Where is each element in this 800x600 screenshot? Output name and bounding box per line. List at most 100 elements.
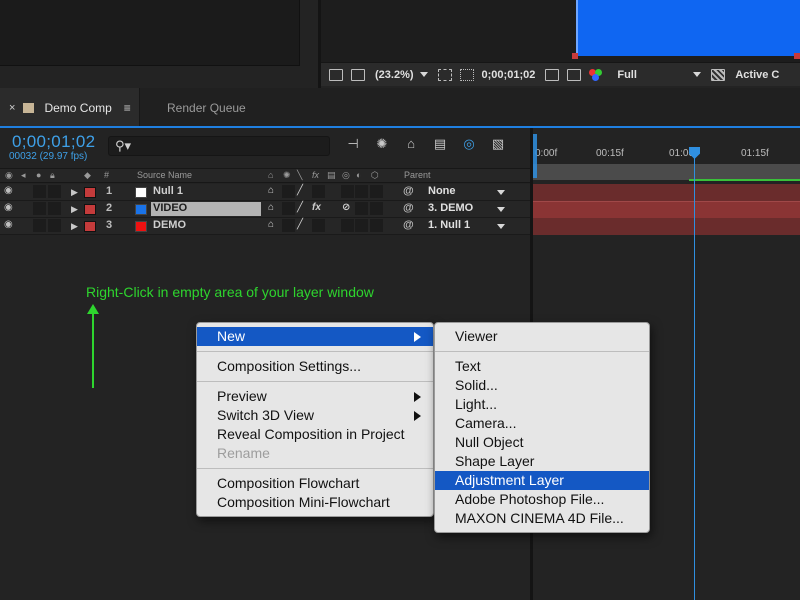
menu-item-new[interactable]: New (197, 327, 433, 346)
composition-viewer[interactable] (321, 0, 800, 62)
switch-box[interactable] (370, 202, 383, 215)
tab-render-queue[interactable]: Render Queue (141, 88, 271, 128)
menu-item-composition-flowchart[interactable]: Composition Flowchart (197, 474, 433, 493)
label-color[interactable] (84, 221, 96, 232)
resolution-dropdown-icon[interactable] (693, 72, 702, 77)
switch-box[interactable] (355, 185, 368, 198)
time-ruler[interactable]: 0:00f 00:15f 01:00f 01:15f (533, 136, 800, 168)
audio-toggle-icon[interactable]: ◂ (21, 170, 26, 181)
label-tag-icon[interactable]: ◆ (84, 170, 91, 181)
video-toggle-icon[interactable]: ◉ (5, 170, 13, 181)
shy-icon[interactable]: ⌂ (268, 185, 274, 196)
viewer-timecode[interactable]: 0;00;01;02 (482, 63, 536, 87)
safe-zones-icon[interactable] (459, 68, 474, 81)
monitor-icon[interactable] (351, 68, 365, 81)
pick-whip-icon[interactable]: @ (403, 219, 414, 231)
pick-whip-icon[interactable]: @ (403, 185, 414, 197)
shy-layers-icon[interactable]: ⌂ (402, 136, 420, 152)
switch-box[interactable] (282, 185, 295, 198)
current-time-display[interactable]: 0;00;01;02 (12, 132, 95, 152)
switch-box[interactable] (282, 219, 295, 232)
menu-item-null-object[interactable]: Null Object (435, 433, 649, 452)
menu-item-camera[interactable]: Camera... (435, 414, 649, 433)
expand-arrow-icon[interactable]: ▶ (71, 187, 78, 198)
camera-snapshot-icon[interactable] (545, 68, 560, 81)
chevron-down-icon[interactable] (497, 224, 505, 229)
tab-demo-comp[interactable]: × Demo Comp ≡ (0, 88, 140, 128)
column-source-name[interactable]: Source Name (137, 170, 192, 180)
expand-arrow-icon[interactable]: ▶ (71, 204, 78, 215)
region-of-interest-icon[interactable] (437, 68, 452, 81)
solo-toggle-icon[interactable]: ● (36, 170, 41, 180)
switch-box[interactable] (312, 219, 325, 232)
layer-search-input[interactable]: ⚲▾ (108, 136, 330, 156)
active-camera-select[interactable]: Active C (735, 63, 779, 87)
resolution-select[interactable]: Full (617, 63, 687, 87)
label-color[interactable] (84, 204, 96, 215)
layer-duration-bar[interactable] (533, 201, 800, 218)
switch-box[interactable] (341, 185, 354, 198)
anchor-handle-right[interactable] (794, 53, 800, 59)
parent-select[interactable]: 3. DEMO (428, 202, 473, 214)
menu-item-adjustment-layer[interactable]: Adjustment Layer (435, 471, 649, 490)
expand-arrow-icon[interactable]: ▶ (71, 221, 78, 232)
eye-icon[interactable]: ◉ (4, 202, 13, 213)
eye-icon[interactable]: ◉ (4, 219, 13, 230)
switch-box[interactable] (370, 185, 383, 198)
parent-select[interactable]: None (428, 185, 456, 197)
work-area-start-handle[interactable] (533, 134, 537, 178)
quality-icon[interactable]: ╱ (297, 219, 303, 230)
layer-row[interactable]: ◉ ▶ 1 Null 1 ⌂ ╱ @ None (0, 184, 530, 201)
menu-item-preview[interactable]: Preview (197, 387, 433, 406)
layer-name[interactable]: Null 1 (153, 185, 183, 197)
motion-blur-icon[interactable]: ⊘ (342, 202, 350, 213)
menu-item-solid[interactable]: Solid... (435, 376, 649, 395)
switch-box[interactable] (355, 219, 368, 232)
menu-item-text[interactable]: Text (435, 357, 649, 376)
anchor-handle-left[interactable] (572, 53, 578, 59)
solo-box[interactable] (33, 185, 46, 198)
lock-box[interactable] (48, 219, 61, 232)
quality-icon[interactable]: ╱ (297, 185, 303, 196)
close-icon[interactable]: × (9, 102, 15, 114)
switch-box[interactable] (355, 202, 368, 215)
layer-row[interactable]: ◉ ▶ 2 VIDEO ⌂ ╱ fx ⊘ @ 3. DEMO (0, 201, 530, 218)
frame-blending-icon[interactable]: ▤ (431, 136, 449, 152)
effects-icon[interactable]: fx (312, 202, 321, 213)
transparency-grid-icon[interactable] (711, 68, 726, 81)
draft-3d-icon[interactable]: ✺ (373, 136, 391, 152)
shy-icon[interactable]: ⌂ (268, 202, 274, 213)
label-color[interactable] (84, 187, 96, 198)
solo-box[interactable] (33, 202, 46, 215)
switch-box[interactable] (282, 202, 295, 215)
menu-item-reveal-composition[interactable]: Reveal Composition in Project (197, 425, 433, 444)
layer-duration-bar[interactable] (533, 218, 800, 235)
comp-flowchart-icon[interactable]: ⊣ (344, 136, 362, 152)
work-area-bar[interactable] (533, 164, 800, 181)
motion-blur-icon[interactable]: ◎ (460, 136, 478, 152)
solo-box[interactable] (33, 219, 46, 232)
eye-icon[interactable]: ◉ (4, 185, 13, 196)
menu-item-switch-3d-view[interactable]: Switch 3D View (197, 406, 433, 425)
switch-box[interactable] (312, 185, 325, 198)
parent-select[interactable]: 1. Null 1 (428, 219, 470, 231)
layer-row[interactable]: ◉ ▶ 3 DEMO ⌂ ╱ @ 1. Null 1 (0, 218, 530, 235)
chevron-down-icon[interactable] (497, 207, 505, 212)
graph-editor-icon[interactable]: ▧ (489, 136, 507, 152)
column-parent[interactable]: Parent (404, 170, 431, 180)
menu-item-light[interactable]: Light... (435, 395, 649, 414)
chevron-down-icon[interactable] (497, 190, 505, 195)
layer-name[interactable]: VIDEO (151, 202, 261, 216)
lock-box[interactable] (48, 202, 61, 215)
quality-icon[interactable]: ╱ (297, 202, 303, 213)
current-time-indicator[interactable] (694, 148, 695, 600)
zoom-dropdown-icon[interactable] (419, 72, 428, 77)
menu-item-composition-settings[interactable]: Composition Settings... (197, 357, 433, 376)
menu-item-photoshop-file[interactable]: Adobe Photoshop File... (435, 490, 649, 509)
always-preview-icon[interactable] (329, 68, 343, 81)
switch-box[interactable] (370, 219, 383, 232)
show-snapshot-icon[interactable] (567, 68, 582, 81)
lock-box[interactable] (48, 185, 61, 198)
color-channels-icon[interactable] (589, 68, 603, 81)
menu-item-composition-mini-flowchart[interactable]: Composition Mini-Flowchart (197, 493, 433, 512)
